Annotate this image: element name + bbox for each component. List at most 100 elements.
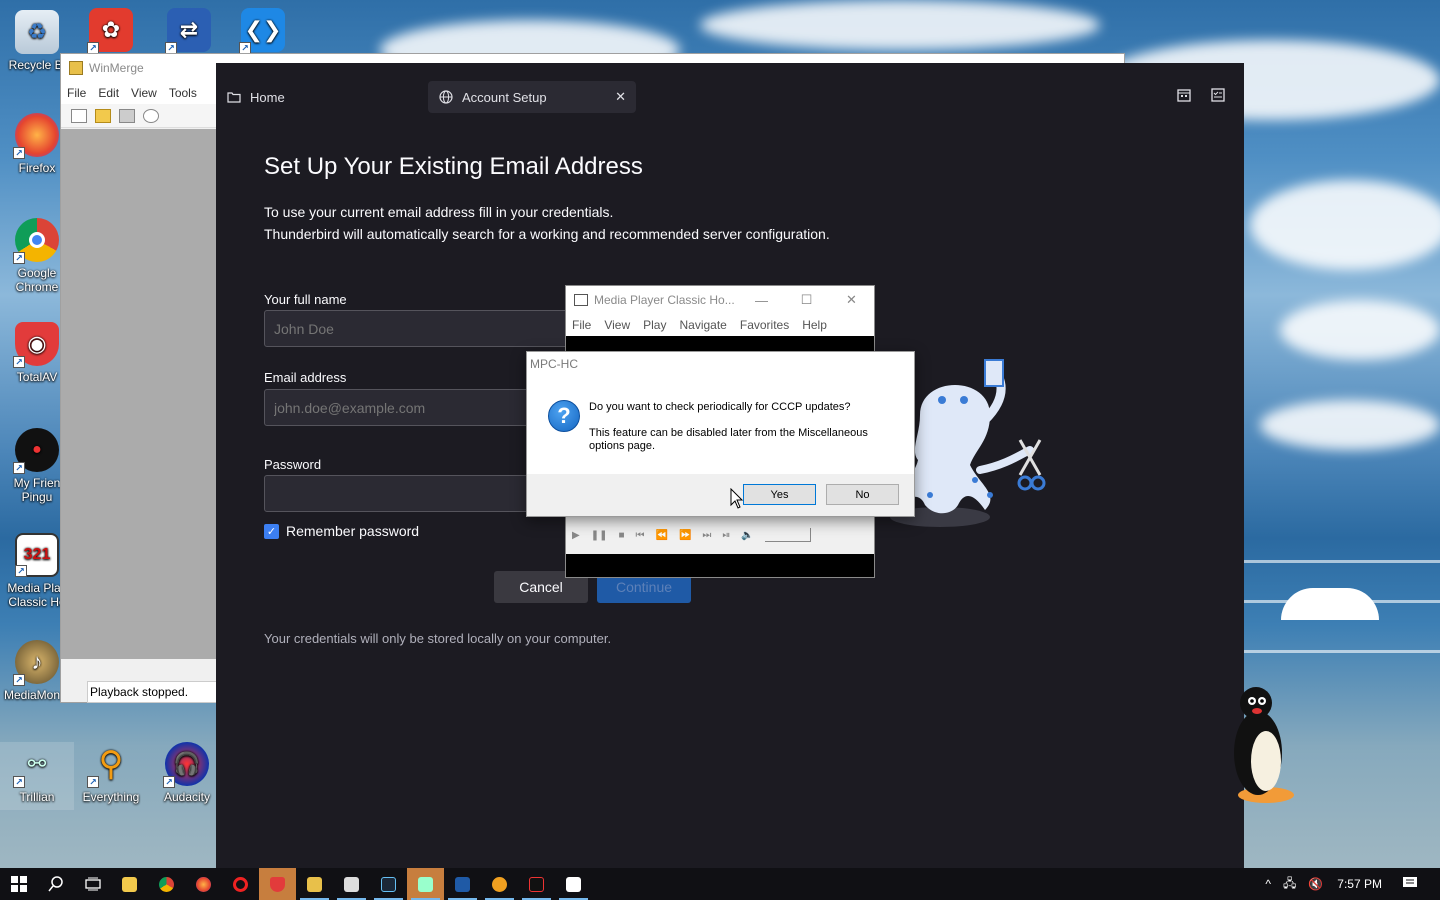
desktop-icon-gimp[interactable]: ↗ ✿	[74, 8, 148, 56]
name-field[interactable]	[264, 310, 584, 347]
email-label: Email address	[264, 370, 347, 385]
mpc-menu-navigate[interactable]: Navigate	[679, 318, 726, 332]
tasks-icon[interactable]	[1210, 87, 1226, 103]
taskbar-totalav[interactable]	[259, 868, 296, 900]
mpc-menu-view[interactable]: View	[604, 318, 630, 332]
tab-account-setup[interactable]: Account Setup ✕	[428, 81, 636, 113]
remember-password-checkbox[interactable]: ✓ Remember password	[264, 523, 419, 539]
taskbar-chrome[interactable]	[148, 868, 185, 900]
search-icon: ↗ ⚲	[87, 742, 133, 788]
mpc-status-bar	[566, 554, 874, 577]
dialog-footer: Yes No	[527, 474, 914, 516]
minimize-icon[interactable]: —	[739, 286, 784, 314]
frame-step-icon[interactable]: ⏯	[722, 530, 730, 541]
menu-edit[interactable]: Edit	[98, 86, 119, 100]
volume-muted-icon[interactable]: 🔇	[1308, 877, 1323, 891]
trillian-icon: ↗ ⚯	[13, 742, 59, 788]
desktop-icon-everything[interactable]: ↗ ⚲ Everything	[74, 742, 148, 804]
yes-button[interactable]: Yes	[743, 484, 816, 505]
fast-forward-icon[interactable]: ⏩	[679, 530, 691, 541]
next-icon[interactable]: ⏭	[702, 530, 711, 541]
close-icon[interactable]: ✕	[829, 286, 874, 314]
new-file-icon[interactable]	[71, 108, 87, 123]
chrome-icon	[159, 876, 174, 892]
taskbar-app-orange[interactable]	[481, 868, 518, 900]
open-folder-icon[interactable]	[95, 108, 111, 123]
page-title: Set Up Your Existing Email Address	[264, 153, 643, 180]
maximize-icon[interactable]: ☐	[784, 286, 829, 314]
volume-icon[interactable]: 🔈	[741, 530, 753, 541]
search-icon[interactable]	[37, 868, 74, 900]
mpc-menu-favorites[interactable]: Favorites	[740, 318, 789, 332]
network-icon[interactable]: 🖧	[1283, 874, 1296, 895]
mpc-icon	[566, 876, 581, 892]
taskbar-opera[interactable]	[222, 868, 259, 900]
undo-icon[interactable]	[143, 108, 159, 123]
shield-icon	[270, 876, 285, 892]
app-icon	[344, 876, 359, 892]
recycle-bin-icon: ♻	[15, 10, 59, 54]
winmerge-app-icon	[69, 61, 83, 75]
taskbar-pingu[interactable]	[518, 868, 555, 900]
taskbar-thunderbird[interactable]	[444, 868, 481, 900]
folder-icon	[226, 89, 242, 105]
taskbar-mpc[interactable]	[555, 868, 592, 900]
desktop-icon-vscode[interactable]: ↗ ❮❯	[226, 8, 300, 56]
mpc-menu-play[interactable]: Play	[643, 318, 666, 332]
tab-home[interactable]: Home	[216, 81, 416, 113]
tab-account-setup-label: Account Setup	[462, 89, 547, 105]
app-icon	[492, 876, 507, 892]
opera-icon	[233, 876, 248, 892]
taskbar-app-shield[interactable]	[333, 868, 370, 900]
remember-password-label: Remember password	[286, 523, 420, 539]
system-tray: ^ 🖧 🔇 7:57 PM	[1259, 868, 1440, 900]
desktop-icon-network[interactable]: ↗ ⇄	[152, 8, 226, 56]
tab-bar-icons	[1176, 87, 1226, 103]
stop-icon[interactable]: ■	[618, 530, 624, 541]
dialog-question: Do you want to check periodically for CC…	[589, 401, 851, 413]
no-button[interactable]: No	[826, 484, 899, 505]
pause-icon[interactable]: ❚❚	[591, 530, 608, 541]
task-view-icon[interactable]	[74, 868, 111, 900]
calendar-icon[interactable]	[1176, 87, 1192, 103]
taskbar-firefox[interactable]	[185, 868, 222, 900]
desktop-icon-trillian[interactable]: ↗ ⚯ Trillian	[0, 742, 74, 810]
pingu-icon	[529, 876, 544, 892]
cloud-shape	[1281, 588, 1379, 620]
taskbar-trillian[interactable]	[407, 868, 444, 900]
play-icon[interactable]: ▶	[572, 530, 580, 541]
tab-bar: Home Account Setup ✕	[216, 63, 1244, 133]
taskbar-winmerge[interactable]	[296, 868, 333, 900]
mpc-titlebar[interactable]: Media Player Classic Ho... — ☐ ✕	[566, 286, 874, 314]
notification-icon[interactable]	[1402, 876, 1418, 893]
winmerge-icon	[307, 876, 322, 892]
mpc-title: Media Player Classic Ho...	[594, 293, 735, 307]
steam-icon	[381, 876, 396, 892]
rewind-icon[interactable]: ⏪	[656, 530, 668, 541]
menu-tools[interactable]: Tools	[169, 86, 197, 100]
checkmark-icon[interactable]: ✓	[264, 523, 279, 539]
save-icon[interactable]	[119, 108, 135, 123]
previous-icon[interactable]: ⏮	[636, 530, 645, 541]
mpc-menu-file[interactable]: File	[572, 318, 591, 332]
desktop-icon-audacity[interactable]: ↗ 🎧 Audacity	[150, 742, 224, 804]
taskbar-steam[interactable]	[370, 868, 407, 900]
mediamonkey-icon: ↗ ♪	[13, 640, 59, 686]
volume-slider[interactable]	[764, 528, 811, 542]
dialog-title: MPC-HC	[530, 357, 578, 371]
menu-view[interactable]: View	[131, 86, 157, 100]
cccp-update-dialog: MPC-HC ? Do you want to check periodical…	[526, 351, 915, 517]
close-icon[interactable]: ✕	[615, 89, 626, 105]
mpc-menu-help[interactable]: Help	[802, 318, 827, 332]
password-label: Password	[264, 457, 322, 472]
credentials-note: Your credentials will only be stored loc…	[264, 631, 612, 646]
setup-description-line1: To use your current email address fill i…	[264, 204, 614, 220]
start-button[interactable]	[0, 868, 37, 900]
menu-file[interactable]: File	[67, 86, 86, 100]
setup-description-line2: Thunderbird will automatically search fo…	[264, 226, 830, 242]
clock[interactable]: 7:57 PM	[1337, 877, 1382, 891]
winmerge-client-area	[61, 129, 217, 659]
pingu-character	[1234, 687, 1294, 803]
chevron-up-icon[interactable]: ^	[1265, 877, 1271, 891]
taskbar-file-explorer[interactable]	[111, 868, 148, 900]
